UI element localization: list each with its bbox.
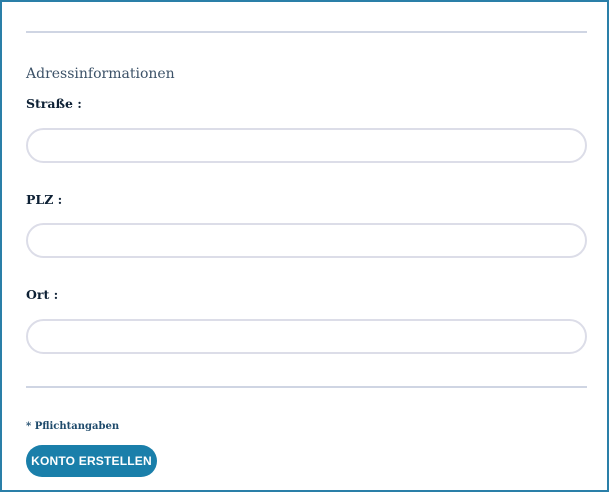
zip-input[interactable] xyxy=(26,223,587,258)
city-input[interactable] xyxy=(26,319,587,354)
street-input[interactable] xyxy=(26,128,587,163)
city-label: Ort : xyxy=(26,287,59,302)
form-container: Adressinformationen Straße : PLZ : Ort :… xyxy=(0,0,609,492)
address-section-title: Adressinformationen xyxy=(26,66,175,82)
required-fields-note: * Pflichtangaben xyxy=(26,421,120,432)
create-account-button[interactable]: KONTO ERSTELLEN xyxy=(26,445,157,477)
zip-label: PLZ : xyxy=(26,192,63,207)
street-label: Straße : xyxy=(26,96,82,111)
section-divider-bottom xyxy=(26,386,587,388)
section-divider-top xyxy=(26,31,587,33)
